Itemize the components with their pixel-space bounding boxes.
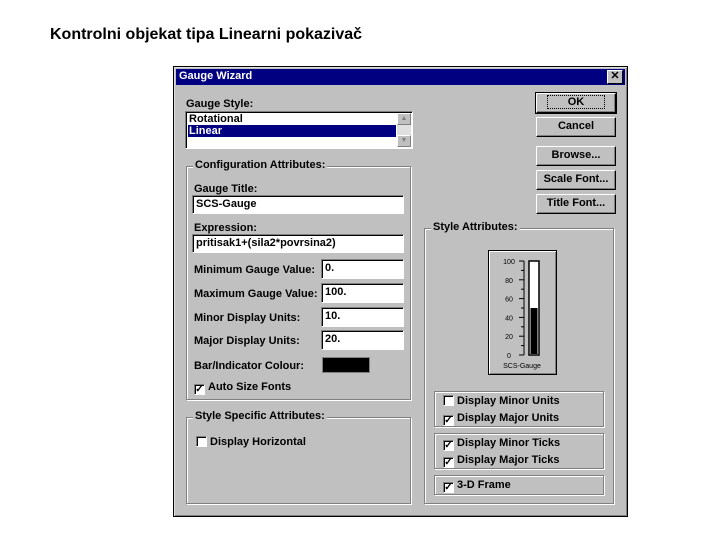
gauge-bar-fill [530,308,538,354]
gauge-title-label: Gauge Title: [194,183,258,195]
expression-label: Expression: [194,222,257,234]
ok-button[interactable]: OK [535,92,617,114]
close-button[interactable]: ✕ [607,70,623,84]
display-major-units-label: Display Major Units [457,412,560,424]
display-minor-units-checkbox[interactable]: Display Minor Units [443,395,560,407]
slide-title: Kontrolni objekat tipa Linearni pokaziva… [50,26,363,43]
title-font-button[interactable]: Title Font... [536,194,616,214]
style-specific-group: Style Specific Attributes: [186,410,411,504]
3d-frame-label: 3-D Frame [457,479,511,491]
expression-input[interactable]: pritisak1+(sila2*povrsina2) [192,234,404,253]
maximum-value-label: Maximum Gauge Value: [194,288,318,300]
checkbox-icon: ✓ [194,384,205,395]
display-minor-units-label: Display Minor Units [457,395,560,407]
display-horizontal-checkbox[interactable]: Display Horizontal [196,436,306,448]
gauge-scale-label: 100 [503,259,515,266]
display-major-units-checkbox[interactable]: ✓ Display Major Units [443,412,559,426]
title-bar[interactable]: Gauge Wizard ✕ [176,69,625,85]
scroll-up-icon[interactable]: ▲ [397,113,411,125]
gauge-caption: SCS-Gauge [503,363,541,370]
auto-size-fonts-checkbox[interactable]: ✓ Auto Size Fonts [194,381,291,395]
checkbox-icon [196,436,207,447]
gauge-style-option-rotational[interactable]: Rotational [188,113,396,125]
gauge-preview: 100 80 60 40 20 0 SCS-Gauge [488,250,557,375]
scroll-down-icon[interactable]: ▼ [397,135,411,147]
checkbox-icon: ✓ [443,415,454,426]
maximum-value-input[interactable]: 100. [321,283,404,303]
dialog-title: Gauge Wizard [179,70,253,82]
display-major-ticks-checkbox[interactable]: ✓ Display Major Ticks [443,454,560,468]
gauge-preview-graphic: 100 80 60 40 20 0 SCS-Gauge [503,259,541,370]
display-horizontal-label: Display Horizontal [210,436,306,448]
major-units-label: Major Display Units: [194,335,300,347]
gauge-scale-label: 0 [507,353,511,360]
auto-size-fonts-label: Auto Size Fonts [208,381,292,393]
scale-font-button[interactable]: Scale Font... [536,170,616,190]
gauge-title-input[interactable]: SCS-Gauge [192,195,404,214]
browse-button[interactable]: Browse... [536,146,616,166]
cancel-button[interactable]: Cancel [536,117,616,137]
close-icon: ✕ [610,70,620,82]
gauge-style-option-linear[interactable]: Linear [188,125,396,137]
ok-label: OK [546,95,606,109]
gauge-scale-label: 20 [505,334,513,341]
display-minor-ticks-label: Display Minor Ticks [457,437,561,449]
style-attributes-group-title: Style Attributes: [431,221,520,233]
minimum-value-label: Minimum Gauge Value: [194,264,316,276]
minor-units-label: Minor Display Units: [194,312,301,324]
checkbox-icon: ✓ [443,440,454,451]
gauge-scale-label: 80 [505,278,513,285]
gauge-scale-label: 40 [505,315,513,322]
display-minor-ticks-checkbox[interactable]: ✓ Display Minor Ticks [443,437,560,451]
checkbox-icon: ✓ [443,482,454,493]
major-units-input[interactable]: 20. [321,330,404,350]
checkbox-icon [443,395,454,406]
configuration-group-title: Configuration Attributes: [193,159,328,171]
style-specific-group-title: Style Specific Attributes: [193,410,327,422]
display-major-ticks-label: Display Major Ticks [457,454,560,466]
bar-colour-label: Bar/Indicator Colour: [194,360,305,372]
gauge-scale-label: 60 [505,297,513,304]
gauge-style-listbox[interactable]: Rotational Linear ▲ ▼ [185,111,413,149]
minimum-value-input[interactable]: 0. [321,259,404,279]
gauge-style-label: Gauge Style: [186,98,254,110]
checkbox-icon: ✓ [443,457,454,468]
minor-units-input[interactable]: 10. [321,307,404,327]
listbox-scrollbar[interactable]: ▲ ▼ [397,113,411,147]
3d-frame-checkbox[interactable]: ✓ 3-D Frame [443,479,511,493]
bar-colour-swatch[interactable] [322,357,370,373]
